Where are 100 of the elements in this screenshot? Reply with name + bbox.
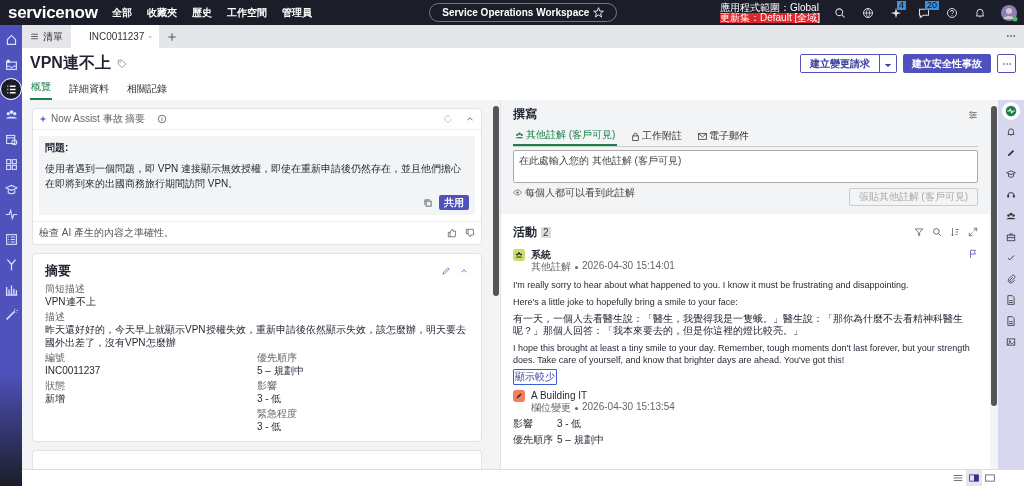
home-icon — [4, 32, 18, 46]
thumbs-down-icon[interactable] — [465, 228, 475, 238]
comment-text: Here's a little joke to hopefully bring a smile to your face: — [513, 296, 739, 308]
wand-icon — [4, 307, 18, 321]
record-title: VPN連不上 — [30, 53, 111, 73]
full-view-icon — [985, 473, 995, 483]
activity-title: 活動 — [513, 223, 537, 241]
comment-text: I hope this brought at least a tiny smile to your day. Remember, tough moments don't last forever, but your strength does. Take care of yourself, and know that brighter days are ahead. You've got this! — [513, 342, 971, 366]
expand-icon[interactable] — [968, 227, 978, 237]
flag-icon[interactable] — [968, 249, 978, 259]
list-nav-button[interactable] — [1, 79, 21, 99]
apply-button[interactable]: 共用 — [439, 195, 469, 210]
sparkle-icon — [39, 115, 47, 123]
info-icon[interactable] — [157, 114, 168, 124]
update-set-text[interactable]: 更新集：Default [全域] — [719, 12, 820, 23]
comment-text: I'm really sorry to hear about what happened to you. I know it must be frustrating and disappointing. — [513, 279, 910, 291]
graduation-cap-icon — [1006, 169, 1016, 179]
disclaimer-text: 檢查 AI 產生的內容之準確性。 — [39, 226, 174, 240]
document-icon — [1006, 316, 1016, 326]
bell-icon[interactable] — [974, 6, 986, 19]
compose-title: 撰寫 — [513, 106, 537, 123]
entry-type: 其他註解 — [531, 260, 571, 274]
field-value: 新增 — [45, 392, 66, 405]
settings-icon[interactable] — [968, 109, 978, 120]
avatar[interactable] — [1000, 3, 1018, 22]
more-icon[interactable] — [1006, 33, 1016, 39]
bar-chart-icon — [4, 282, 18, 296]
chat-icon[interactable] — [918, 6, 930, 19]
compose-tab[interactable]: 工作附註 — [629, 128, 685, 146]
mail-icon — [698, 131, 708, 141]
split-view-icon — [969, 473, 979, 483]
sort-icon[interactable] — [950, 227, 960, 237]
entry-type: 欄位變更 — [531, 401, 571, 415]
more-icon — [1001, 61, 1012, 66]
visibility-note: 每個人都可以看到此註解 — [525, 186, 635, 200]
field-label: 狀態 — [45, 379, 66, 392]
eye-icon — [513, 188, 522, 197]
nav-menu[interactable]: 管理員 — [281, 5, 312, 20]
record-tab[interactable]: 詳細資料 — [68, 82, 110, 100]
pencil-icon[interactable] — [441, 266, 451, 276]
filter-icon[interactable] — [914, 227, 924, 237]
create-change-button[interactable]: 建立變更請求 — [801, 55, 880, 72]
record-tab[interactable]: 相關記錄 — [126, 82, 168, 100]
activity-panel-button[interactable] — [1002, 102, 1020, 120]
field-label: 簡短描述 — [45, 282, 86, 295]
thumbs-up-icon[interactable] — [447, 228, 457, 238]
count-badge: 4 — [897, 0, 906, 10]
summary-heading: 問題: — [45, 141, 70, 155]
tab[interactable]: INC0011237 — [71, 25, 159, 48]
compose-tab[interactable]: 其他註解 (客戶可見) — [513, 128, 618, 146]
show-less-link[interactable]: 顯示較少 — [513, 369, 557, 385]
count-badge: 2 — [541, 226, 551, 238]
field-label: 影響 — [257, 379, 278, 392]
field-label: 優先順序 — [257, 351, 298, 364]
pencil-icon — [1006, 148, 1016, 158]
comment-field[interactable]: 在此處輸入您的 其他註解 (客戶可見) — [513, 150, 978, 183]
bell-icon — [1006, 127, 1016, 137]
inbox-icon — [4, 57, 18, 71]
lock-icon — [631, 131, 641, 141]
nav-menu[interactable]: 歷史 — [191, 5, 212, 20]
graduation-cap-icon — [4, 182, 18, 196]
field-label: 描述 — [45, 310, 66, 323]
nav-menu[interactable]: 全部 — [111, 5, 132, 20]
compose-tab[interactable]: 電子郵件 — [696, 128, 752, 146]
grid-icon — [4, 157, 18, 171]
logo[interactable]: servicenow — [8, 2, 98, 23]
scrollbar-thumb[interactable] — [991, 106, 997, 406]
author-name: 系統 — [531, 249, 552, 260]
timestamp: 2026-04-30 15:14:01 — [582, 260, 675, 273]
star-icon[interactable] — [593, 7, 605, 18]
nav-menu[interactable]: 收藏夾 — [146, 5, 177, 20]
scrollbar-thumb[interactable] — [493, 106, 499, 296]
field-value: 5 – 規劃中 — [257, 364, 305, 377]
people-icon — [4, 107, 18, 121]
paperclip-icon — [1006, 274, 1016, 284]
calendar-icon — [4, 132, 18, 146]
pulse-icon — [4, 207, 18, 221]
copy-icon[interactable] — [423, 197, 433, 208]
tab[interactable]: 清單 — [22, 25, 71, 48]
nav-menu[interactable]: 工作空間 — [226, 5, 267, 20]
add-tab-icon[interactable] — [167, 32, 177, 42]
help-icon[interactable] — [946, 6, 958, 19]
field-label: 影響 — [513, 417, 534, 431]
field-value: 3 - 低 — [257, 420, 283, 433]
author-name: A Building IT — [531, 390, 589, 401]
activity-icon — [1005, 105, 1017, 117]
field-label: 緊急程度 — [257, 407, 298, 420]
caret-icon — [884, 63, 892, 68]
card-title: 摘要 — [45, 262, 71, 280]
document-icon — [1006, 295, 1016, 305]
image-icon — [1006, 337, 1016, 347]
comment-text: 有一天，一個人去看醫生說：「醫生，我覺得我是一隻蛾。」醫生說：「那你為什麼不去看精神科醫生呢？」那個人回答：「我本來要去的，但是你這裡的燈比較亮。」 — [513, 313, 964, 337]
separator-dot — [575, 265, 578, 269]
card-title: Now Assist 事故 摘要 — [51, 112, 146, 126]
more-button[interactable] — [997, 54, 1016, 73]
split-view-button[interactable] — [966, 470, 982, 486]
create-incident-button[interactable]: 建立安全性事故 — [903, 54, 991, 73]
globe-icon[interactable] — [862, 6, 874, 19]
search-icon[interactable] — [834, 6, 846, 19]
briefcase-icon — [1006, 232, 1016, 242]
